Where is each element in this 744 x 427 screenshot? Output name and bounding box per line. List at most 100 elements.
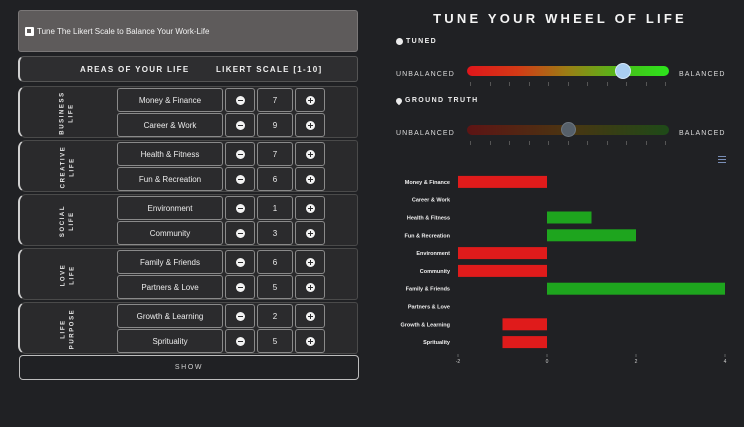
x-tick-label: -2 (456, 359, 461, 365)
ground-truth-label-text: GROUND TRUTH (405, 97, 479, 104)
map-pin-icon (394, 96, 404, 105)
hamburger-menu-icon[interactable] (718, 156, 726, 163)
area-name: Sprituality (117, 329, 223, 353)
bar (458, 247, 547, 260)
group-label: LOVE LIFE (20, 249, 116, 301)
show-button[interactable]: SHOW (19, 355, 359, 380)
decrement-button[interactable] (225, 304, 255, 328)
category-label: Partners & Love (408, 305, 450, 311)
likert-value: 5 (257, 329, 293, 353)
likert-row: Health & Fitness 7 (117, 142, 357, 166)
x-tick-label: 0 (546, 359, 549, 365)
category-label: Environment (416, 251, 450, 257)
decrement-button[interactable] (225, 88, 255, 112)
bar (458, 264, 547, 277)
likert-value: 7 (257, 88, 293, 112)
likert-value: 6 (257, 167, 293, 191)
tuned-label: TUNED (396, 38, 437, 45)
minus-circle-icon (235, 282, 245, 292)
bar (502, 336, 547, 349)
increment-button[interactable] (295, 304, 325, 328)
increment-button[interactable] (295, 167, 325, 191)
likert-row: Partners & Love 5 (117, 275, 357, 299)
life-group: CREATIVE LIFE Health & Fitness 7 Fun & Recr… (18, 140, 358, 192)
increment-button[interactable] (295, 113, 325, 137)
likert-value: 5 (257, 275, 293, 299)
area-name: Partners & Love (117, 275, 223, 299)
decrement-button[interactable] (225, 250, 255, 274)
increment-button[interactable] (295, 88, 325, 112)
decrement-button[interactable] (225, 221, 255, 245)
note-icon (25, 26, 34, 36)
area-name: Money & Finance (117, 88, 223, 112)
minus-circle-icon (235, 174, 245, 184)
minus-circle-icon (235, 203, 245, 213)
page-title: TUNE YOUR WHEEL OF LIFE (433, 11, 687, 26)
likert-row: Environment 1 (117, 196, 357, 220)
minus-circle-icon (235, 311, 245, 321)
increment-button[interactable] (295, 221, 325, 245)
plus-circle-icon (305, 228, 315, 238)
x-tick-label: 2 (635, 359, 638, 365)
plus-circle-icon (305, 174, 315, 184)
plus-circle-icon (305, 282, 315, 292)
decrement-button[interactable] (225, 329, 255, 353)
category-label: Career & Work (412, 198, 451, 204)
bar (547, 229, 636, 242)
instruction-banner: Tune The Likert Scale to Balance Your Wo… (18, 10, 358, 52)
decrement-button[interactable] (225, 167, 255, 191)
bar (547, 282, 725, 295)
banner-text: Tune The Likert Scale to Balance Your Wo… (37, 26, 210, 36)
tuned-slider-track[interactable] (467, 66, 669, 76)
area-name: Health & Fitness (117, 142, 223, 166)
group-label-text: LIFE PURPOSE (59, 308, 75, 350)
tuned-slider-handle[interactable] (614, 63, 631, 79)
increment-button[interactable] (295, 275, 325, 299)
tuned-slider-ticks (470, 82, 666, 86)
area-name: Career & Work (117, 113, 223, 137)
likert-value: 2 (257, 304, 293, 328)
group-label: CREATIVE LIFE (20, 141, 116, 193)
category-label: Community (420, 269, 451, 275)
minus-circle-icon (235, 95, 245, 105)
life-group: LIFE PURPOSE Growth & Learning 2 Spritualit… (18, 302, 358, 354)
plus-circle-icon (305, 120, 315, 130)
category-label: Money & Finance (405, 180, 450, 186)
likert-row: Family & Friends 6 (117, 250, 357, 274)
category-label: Growth & Learning (401, 322, 451, 328)
dashboard-icon (396, 38, 403, 45)
decrement-button[interactable] (225, 142, 255, 166)
plus-circle-icon (305, 95, 315, 105)
category-label: Sprituality (423, 340, 451, 346)
decrement-button[interactable] (225, 275, 255, 299)
life-group: SOCIAL LIFE Environment 1 Community 3 (18, 194, 358, 246)
likert-row: Community 3 (117, 221, 357, 245)
likert-row: Growth & Learning 2 (117, 304, 357, 328)
bar (458, 175, 547, 188)
increment-button[interactable] (295, 142, 325, 166)
increment-button[interactable] (295, 250, 325, 274)
plus-circle-icon (305, 257, 315, 267)
plus-circle-icon (305, 203, 315, 213)
balance-bar-chart: Money & Finance Career & Work Health & Fit… (401, 175, 727, 365)
plus-circle-icon (305, 336, 315, 346)
truth-unbalanced-label: UNBALANCED (396, 130, 455, 137)
likert-value: 9 (257, 113, 293, 137)
decrement-button[interactable] (225, 113, 255, 137)
decrement-button[interactable] (225, 196, 255, 220)
page: Tune The Likert Scale to Balance Your Wo… (0, 0, 744, 427)
ground-truth-label: GROUND TRUTH (394, 96, 479, 105)
minus-circle-icon (235, 120, 245, 130)
minus-circle-icon (235, 336, 245, 346)
table-header: AREAS OF YOUR LIFE LIKERT SCALE [1-10] (18, 56, 358, 82)
bar (547, 211, 592, 224)
increment-button[interactable] (295, 196, 325, 220)
tuned-balanced-label: BALANCED (679, 71, 726, 78)
truth-slider-ticks (470, 141, 666, 145)
scale-header: LIKERT SCALE [1-10] (216, 64, 323, 74)
increment-button[interactable] (295, 329, 325, 353)
likert-row: Fun & Recreation 6 (117, 167, 357, 191)
likert-row: Career & Work 9 (117, 113, 357, 137)
area-name: Family & Friends (117, 250, 223, 274)
tuned-unbalanced-label: UNBALANCED (396, 71, 455, 78)
